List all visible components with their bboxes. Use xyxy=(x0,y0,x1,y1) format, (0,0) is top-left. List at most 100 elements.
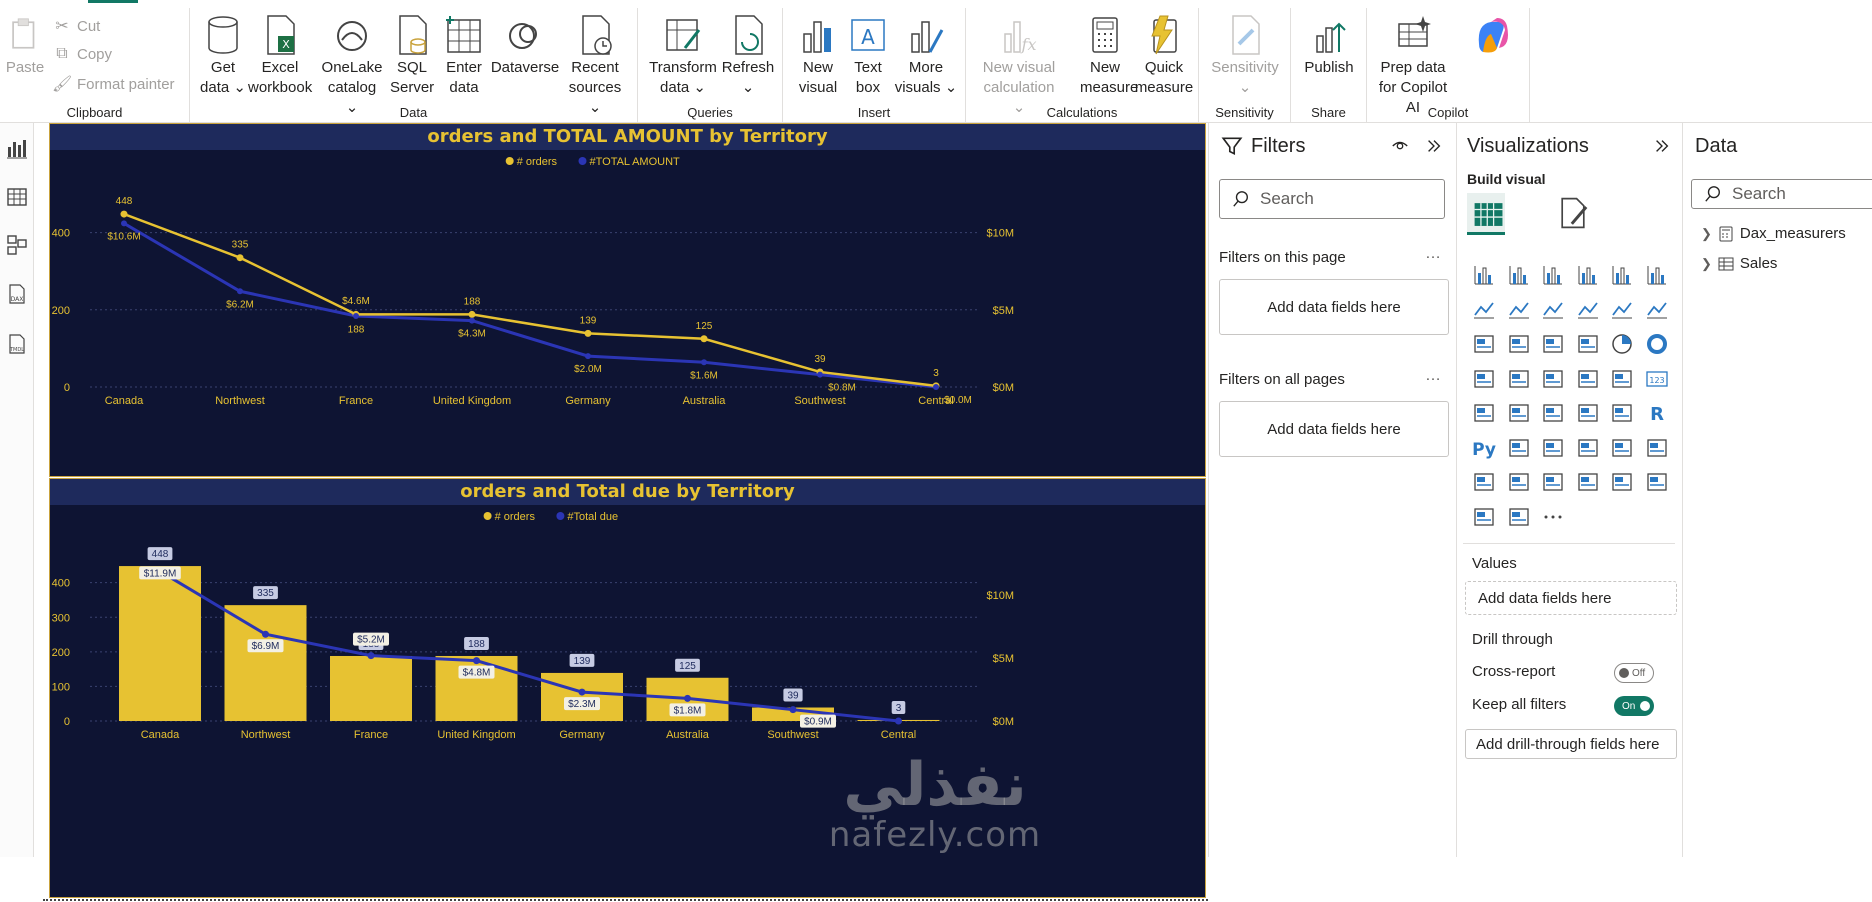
fabric-visual-icon[interactable] xyxy=(1605,465,1640,500)
donut-visual-icon[interactable] xyxy=(1640,327,1675,362)
new-visual-calculation-button[interactable]: fx New visual calculation ⌄ xyxy=(976,14,1062,118)
table-sales[interactable]: ❯ Sales xyxy=(1701,255,1777,272)
quick-measure-button[interactable]: Quick measure xyxy=(1134,14,1194,98)
format-visual-icon[interactable] xyxy=(1555,195,1591,231)
stacked-bar-visual-icon[interactable] xyxy=(1467,258,1502,293)
dataverse-button[interactable]: Dataverse xyxy=(490,14,560,78)
metrics-visual-icon[interactable] xyxy=(1571,465,1606,500)
goals-visual-icon[interactable] xyxy=(1640,431,1675,466)
waterfall-visual-icon[interactable] xyxy=(1502,327,1537,362)
paginated-visual-icon[interactable] xyxy=(1467,465,1502,500)
qa-visual-icon[interactable] xyxy=(1571,431,1606,466)
more-visual-icon[interactable] xyxy=(1536,500,1571,535)
multi-row-card-visual-icon[interactable] xyxy=(1467,396,1502,431)
filled-map-visual-icon[interactable] xyxy=(1536,362,1571,397)
paste-button[interactable]: Paste xyxy=(4,14,46,78)
cross-report-toggle[interactable]: Off xyxy=(1614,663,1654,683)
values-drop-zone[interactable]: Add data fields here xyxy=(1465,581,1677,615)
funnel-visual-icon[interactable] xyxy=(1536,327,1571,362)
clustered-bar-visual-icon[interactable] xyxy=(1536,258,1571,293)
power-apps-2-visual-icon[interactable] xyxy=(1467,500,1502,535)
format-painter-button[interactable]: 🖌 Format painter xyxy=(52,74,175,94)
stacked-column-visual-icon[interactable] xyxy=(1502,258,1537,293)
legend-marker-orders xyxy=(483,512,492,520)
filters-search-input[interactable]: Search xyxy=(1219,179,1445,219)
excel-workbook-button[interactable]: X Excel workbook xyxy=(248,14,312,98)
line-chart-visual[interactable]: orders and TOTAL AMOUNT by Territory # o… xyxy=(49,123,1206,477)
key-influencers-visual-icon[interactable] xyxy=(1502,431,1537,466)
data-search-input[interactable]: Search xyxy=(1691,179,1872,209)
filters-all-pages-more-icon[interactable]: … xyxy=(1425,367,1442,385)
table-dax-measurers[interactable]: ❯ Dax_measurers xyxy=(1701,225,1846,242)
treemap-visual-icon[interactable] xyxy=(1467,362,1502,397)
sensitivity-button[interactable]: Sensitivity ⌄ xyxy=(1205,14,1285,98)
line-column-visual-icon[interactable] xyxy=(1605,293,1640,328)
get-data-button[interactable]: Get data ⌄ xyxy=(200,14,246,98)
keep-filters-toggle[interactable]: On xyxy=(1614,696,1654,716)
publish-button[interactable]: Publish xyxy=(1301,14,1357,78)
recent-sources-button[interactable]: Recent sources ⌄ xyxy=(562,14,628,118)
python-visual-visual-icon[interactable]: Py xyxy=(1467,431,1502,466)
azure-map-visual-icon[interactable] xyxy=(1571,362,1606,397)
r-visual-visual-icon[interactable]: R xyxy=(1640,396,1675,431)
orders-data-label: 335 xyxy=(232,240,249,251)
orders-data-label: 188 xyxy=(464,296,481,307)
y-left-tick-label: 400 xyxy=(52,228,70,240)
filters-on-page-more-icon[interactable]: … xyxy=(1425,245,1442,263)
copilot-button[interactable] xyxy=(1461,14,1521,58)
refresh-button[interactable]: Refresh ⌄ xyxy=(720,14,776,98)
clustered-column-visual-icon[interactable] xyxy=(1571,258,1606,293)
table-view-icon[interactable] xyxy=(5,185,29,209)
power-automate-visual-icon[interactable] xyxy=(1536,465,1571,500)
ribbon-visual-icon[interactable] xyxy=(1467,327,1502,362)
tmdl-view-icon[interactable]: TMDL xyxy=(5,333,29,357)
100-column-visual-icon[interactable] xyxy=(1640,258,1675,293)
text-box-button[interactable]: A Text box xyxy=(847,14,889,98)
sql-server-icon xyxy=(399,15,427,55)
area-visual-icon[interactable] xyxy=(1502,293,1537,328)
line-visual-icon[interactable] xyxy=(1467,293,1502,328)
pie-visual-icon[interactable] xyxy=(1605,327,1640,362)
expand-chevron-icon[interactable]: ❯ xyxy=(1701,226,1712,242)
new-visual-button[interactable]: New visual xyxy=(795,14,841,98)
card-visual-icon[interactable]: 123 xyxy=(1640,362,1675,397)
dax-query-view-icon[interactable]: DAX xyxy=(5,283,29,307)
line-clustered-visual-icon[interactable] xyxy=(1640,293,1675,328)
filters-page-drop-zone[interactable]: Add data fields here xyxy=(1219,279,1449,335)
stacked-area-visual-icon[interactable] xyxy=(1536,293,1571,328)
copy-button[interactable]: ⧉ Copy xyxy=(52,45,112,63)
decomposition-tree-visual-icon[interactable] xyxy=(1536,431,1571,466)
enter-data-button[interactable]: Enter data xyxy=(442,14,486,98)
slicer-visual-icon[interactable] xyxy=(1536,396,1571,431)
prep-data-copilot-button[interactable]: Prep data for Copilot AI xyxy=(1373,14,1453,118)
model-view-icon[interactable] xyxy=(5,233,29,257)
eye-icon[interactable] xyxy=(1391,137,1409,155)
table-visual-icon[interactable] xyxy=(1571,396,1606,431)
100-area-visual-icon[interactable] xyxy=(1571,293,1606,328)
custom-visual-icon[interactable] xyxy=(1640,465,1675,500)
build-visual-tab[interactable] xyxy=(1467,193,1505,235)
smart-narrative-visual-icon[interactable] xyxy=(1605,431,1640,466)
transform-data-button[interactable]: Transform data ⌄ xyxy=(648,14,718,98)
power-automate-2-visual-icon[interactable] xyxy=(1502,500,1537,535)
report-canvas[interactable]: orders and TOTAL AMOUNT by Territory # o… xyxy=(35,123,1208,901)
power-apps-visual-icon[interactable] xyxy=(1502,465,1537,500)
x-tick-label: France xyxy=(354,729,388,741)
onelake-catalog-button[interactable]: OneLake catalog ⌄ xyxy=(320,14,384,118)
kpi-visual-icon[interactable] xyxy=(1502,396,1537,431)
sql-server-button[interactable]: SQL Server xyxy=(390,14,434,98)
collapse-filters-icon[interactable] xyxy=(1425,137,1443,155)
report-view-icon[interactable] xyxy=(5,137,29,161)
cut-button[interactable]: ✂ Cut xyxy=(52,16,100,36)
collapse-viz-icon[interactable] xyxy=(1653,137,1671,155)
100-bar-visual-icon[interactable] xyxy=(1605,258,1640,293)
expand-chevron-icon[interactable]: ❯ xyxy=(1701,256,1712,272)
more-visuals-button[interactable]: More visuals ⌄ xyxy=(893,14,959,98)
map-visual-icon[interactable] xyxy=(1502,362,1537,397)
drill-through-drop-zone[interactable]: Add drill-through fields here xyxy=(1465,729,1677,759)
scatter-visual-icon[interactable] xyxy=(1571,327,1606,362)
matrix-visual-icon[interactable] xyxy=(1605,396,1640,431)
new-measure-button[interactable]: New measure xyxy=(1080,14,1138,98)
gauge-visual-icon[interactable] xyxy=(1605,362,1640,397)
filters-all-drop-zone[interactable]: Add data fields here xyxy=(1219,401,1449,457)
